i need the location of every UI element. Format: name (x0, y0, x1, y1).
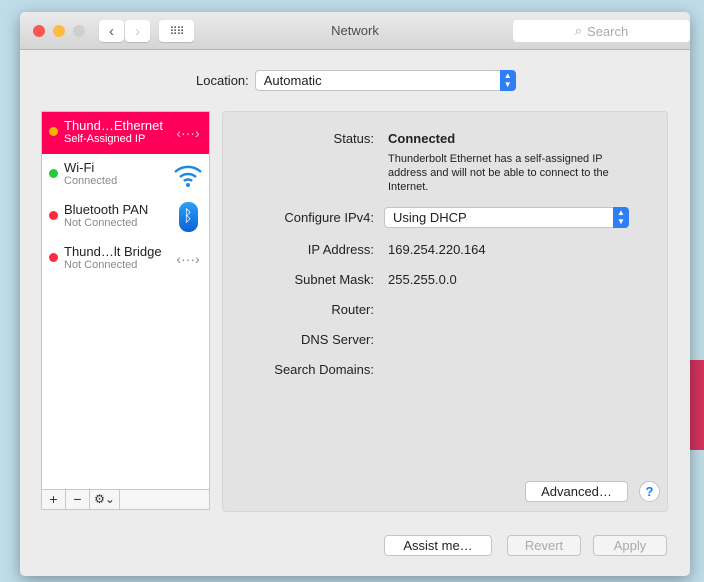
service-item-wifi[interactable]: Wi-Fi Connected (42, 154, 209, 196)
service-item-thunderbolt-bridge[interactable]: Thund…lt Bridge Not Connected ‹···› (42, 238, 209, 280)
ethernet-icon: ‹···› (176, 251, 200, 267)
service-item-bluetooth-pan[interactable]: Bluetooth PAN Not Connected ᛒ (42, 196, 209, 238)
ip-address-value: 169.254.220.164 (388, 242, 486, 257)
status-dot (49, 127, 58, 136)
search-input[interactable]: ⌕ Search (513, 20, 690, 42)
remove-service-button[interactable]: − (66, 490, 90, 509)
location-label: Location: (196, 73, 249, 88)
router-label: Router: (331, 302, 374, 317)
search-placeholder: Search (587, 23, 629, 39)
assist-me-button[interactable]: Assist me… (384, 535, 492, 556)
chevron-updown-icon: ▲ ▼ (499, 70, 516, 91)
status-label: Status: (333, 131, 374, 146)
network-window: ‹ › ⠿⠿ Network ⌕ Search Location: Automat… (20, 12, 690, 576)
ethernet-icon: ‹···› (176, 125, 200, 141)
status-description: Thunderbolt Ethernet has a self-assigned… (388, 153, 609, 193)
dns-server-label: DNS Server: (301, 332, 374, 347)
apply-button[interactable]: Apply (593, 535, 667, 556)
search-icon: ⌕ (574, 23, 583, 38)
location-value: Automatic (263, 73, 322, 88)
wifi-icon (173, 161, 203, 189)
status-value: Connected (388, 131, 456, 146)
service-item-thunderbolt-ethernet[interactable]: Thund…Ethernet Self-Assigned IP ‹···› (42, 112, 209, 154)
configure-ipv4-label: Configure IPv4: (284, 210, 374, 225)
gear-icon[interactable]: ⚙⌄ (90, 490, 120, 509)
service-list: Thund…Ethernet Self-Assigned IP ‹···› Wi-F… (41, 111, 210, 510)
detail-panel: Status: Connected Thunderbolt Ethernet ha… (222, 111, 668, 512)
location-popup[interactable]: Automatic ▲ ▼ (254, 70, 516, 91)
configure-ipv4-popup[interactable]: Using DHCP ▲ ▼ (384, 207, 629, 228)
revert-button[interactable]: Revert (507, 535, 581, 556)
subnet-mask-label: Subnet Mask: (294, 272, 375, 287)
status-dot (49, 169, 58, 178)
status-dot (49, 253, 58, 262)
title-bar: ‹ › ⠿⠿ Network ⌕ Search (20, 12, 690, 50)
chevron-updown-icon: ▲ ▼ (613, 207, 629, 228)
advanced-button[interactable]: Advanced… (525, 481, 628, 502)
subnet-mask-value: 255.255.0.0 (388, 272, 457, 287)
configure-ipv4-value: Using DHCP (393, 210, 467, 225)
ip-address-label: IP Address: (307, 242, 374, 257)
add-service-button[interactable]: + (42, 490, 66, 509)
help-button[interactable]: ? (639, 481, 660, 502)
status-dot (49, 211, 58, 220)
location-row: Location: Automatic ▲ ▼ (196, 70, 516, 91)
search-domains-label: Search Domains: (274, 362, 374, 377)
bluetooth-icon: ᛒ (173, 202, 203, 232)
service-toolbar: + − ⚙⌄ (42, 489, 209, 509)
